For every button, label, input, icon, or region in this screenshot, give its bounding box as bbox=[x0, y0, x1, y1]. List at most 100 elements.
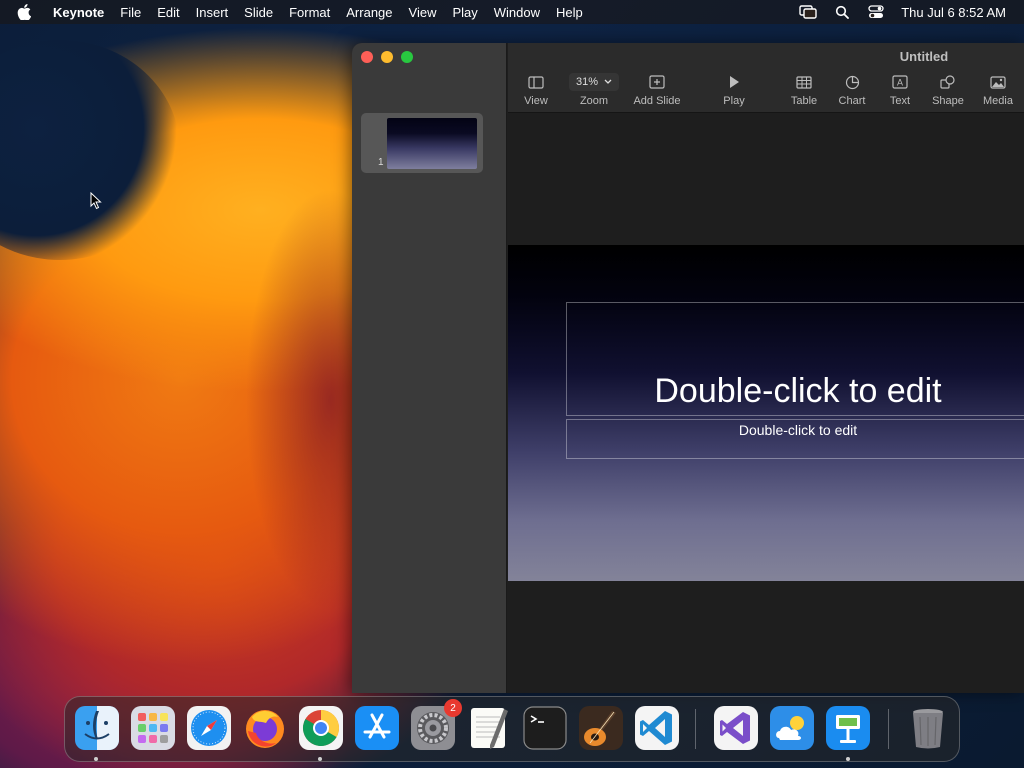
view-button[interactable]: View bbox=[508, 73, 564, 111]
menu-bar-status-area: Thu Jul 6 8:52 AM bbox=[791, 0, 1024, 24]
dock-trash[interactable] bbox=[905, 705, 951, 751]
title-text: Double-click to edit bbox=[654, 372, 942, 410]
slide-number: 1 bbox=[378, 157, 384, 168]
zoom-value: 31% bbox=[575, 76, 599, 88]
shape-icon bbox=[940, 73, 956, 91]
slide[interactable]: Double-click to edit Double-click to edi… bbox=[508, 245, 1024, 581]
sidebar-icon bbox=[528, 73, 544, 91]
window-controls bbox=[361, 51, 413, 63]
title-placeholder[interactable]: Double-click to edit bbox=[566, 302, 1024, 416]
slide-thumbnail-preview bbox=[387, 118, 477, 169]
svg-text:A: A bbox=[897, 78, 903, 88]
menu-edit[interactable]: Edit bbox=[149, 5, 187, 20]
safari-icon bbox=[187, 706, 231, 750]
dock-finder[interactable] bbox=[74, 705, 120, 751]
firefox-icon bbox=[246, 710, 284, 748]
screen-mirroring-icon[interactable] bbox=[799, 3, 817, 21]
running-indicator bbox=[94, 757, 98, 761]
menu-format[interactable]: Format bbox=[281, 5, 338, 20]
dock-chrome[interactable] bbox=[298, 705, 344, 751]
zoom-label: Zoom bbox=[579, 95, 609, 107]
text-box-icon: A bbox=[892, 73, 908, 91]
dock-safari[interactable] bbox=[186, 705, 232, 751]
spotlight-search-icon[interactable] bbox=[833, 3, 851, 21]
zoom-select[interactable]: 31% bbox=[569, 73, 619, 91]
add-slide-icon bbox=[649, 73, 665, 91]
add-slide-label: Add Slide bbox=[633, 95, 681, 107]
view-label: View bbox=[524, 95, 548, 107]
menu-view[interactable]: View bbox=[401, 5, 445, 20]
subtitle-placeholder[interactable]: Double-click to edit bbox=[566, 419, 1024, 459]
add-slide-button[interactable]: Add Slide bbox=[629, 73, 685, 111]
textedit-icon bbox=[471, 708, 508, 749]
slide-navigator: 1 bbox=[352, 43, 507, 693]
menu-arrange[interactable]: Arrange bbox=[338, 5, 400, 20]
media-button[interactable]: Media bbox=[970, 73, 1024, 111]
dock-system-settings[interactable]: 2 bbox=[410, 699, 462, 751]
media-label: Media bbox=[983, 95, 1013, 107]
slide-canvas[interactable]: Double-click to edit Double-click to edi… bbox=[508, 114, 1024, 693]
dock-textedit[interactable] bbox=[466, 705, 512, 751]
slide-thumbnail-1[interactable]: 1 bbox=[361, 113, 483, 173]
table-label: Table bbox=[790, 95, 818, 107]
menu-bar: Keynote File Edit Insert Slide Format Ar… bbox=[0, 0, 1024, 24]
wallpaper-dark-region bbox=[0, 40, 180, 260]
mouse-pointer-icon bbox=[90, 191, 102, 215]
apple-menu-icon[interactable] bbox=[17, 3, 35, 21]
text-label: Text bbox=[889, 95, 911, 107]
menu-app-name[interactable]: Keynote bbox=[47, 5, 112, 20]
dock-visual-studio[interactable] bbox=[713, 705, 759, 751]
control-center-icon[interactable] bbox=[867, 3, 885, 21]
play-icon bbox=[728, 73, 740, 91]
dock-terminal[interactable] bbox=[522, 705, 568, 751]
dock-firefox[interactable] bbox=[242, 705, 288, 751]
menu-help[interactable]: Help bbox=[548, 5, 591, 20]
chart-icon bbox=[845, 73, 860, 91]
menu-play[interactable]: Play bbox=[444, 5, 485, 20]
dock: 2 bbox=[64, 696, 960, 762]
chrome-icon bbox=[299, 706, 343, 750]
keynote-window: 1 Untitled View 31% Zoom Add Slide Play … bbox=[352, 43, 1024, 693]
finder-icon bbox=[75, 706, 119, 750]
document-title: Untitled bbox=[899, 49, 949, 64]
shape-label: Shape bbox=[932, 95, 964, 107]
minimize-window-button[interactable] bbox=[381, 51, 393, 63]
dock-keynote[interactable] bbox=[825, 705, 871, 751]
dock-separator bbox=[888, 709, 889, 749]
table-icon bbox=[796, 73, 812, 91]
running-indicator bbox=[846, 757, 850, 761]
chart-label: Chart bbox=[838, 95, 866, 107]
dock-garageband[interactable] bbox=[578, 705, 624, 751]
garageband-icon bbox=[579, 706, 623, 750]
menu-window[interactable]: Window bbox=[486, 5, 548, 20]
play-label: Play bbox=[723, 95, 745, 107]
toolbar: Untitled View 31% Zoom Add Slide Play Ta… bbox=[508, 43, 1024, 113]
launchpad-icon bbox=[131, 706, 175, 750]
menu-insert[interactable]: Insert bbox=[188, 5, 237, 20]
chevron-down-icon bbox=[604, 79, 612, 84]
zoom-control[interactable]: 31% Zoom bbox=[566, 73, 622, 111]
subtitle-text: Double-click to edit bbox=[738, 422, 858, 438]
menu-file[interactable]: File bbox=[112, 5, 149, 20]
keynote-icon bbox=[826, 706, 870, 750]
fullscreen-window-button[interactable] bbox=[401, 51, 413, 63]
play-button[interactable]: Play bbox=[706, 73, 762, 111]
dock-app-store[interactable] bbox=[354, 705, 400, 751]
running-indicator bbox=[318, 757, 322, 761]
notification-badge: 2 bbox=[444, 699, 462, 717]
dock-vscode[interactable] bbox=[634, 705, 680, 751]
weather-icon bbox=[770, 706, 814, 750]
dock-separator bbox=[695, 709, 696, 749]
photo-icon bbox=[990, 73, 1006, 91]
shape-button[interactable]: Shape bbox=[920, 73, 976, 111]
menu-bar-clock[interactable]: Thu Jul 6 8:52 AM bbox=[901, 5, 1006, 20]
trash-icon bbox=[913, 709, 943, 749]
vscode-icon bbox=[635, 706, 679, 750]
app-store-icon bbox=[355, 706, 399, 750]
close-window-button[interactable] bbox=[361, 51, 373, 63]
dock-launchpad[interactable] bbox=[130, 705, 176, 751]
menu-slide[interactable]: Slide bbox=[236, 5, 281, 20]
dock-weather[interactable] bbox=[769, 705, 815, 751]
visual-studio-icon bbox=[714, 706, 758, 750]
terminal-icon bbox=[523, 706, 567, 750]
